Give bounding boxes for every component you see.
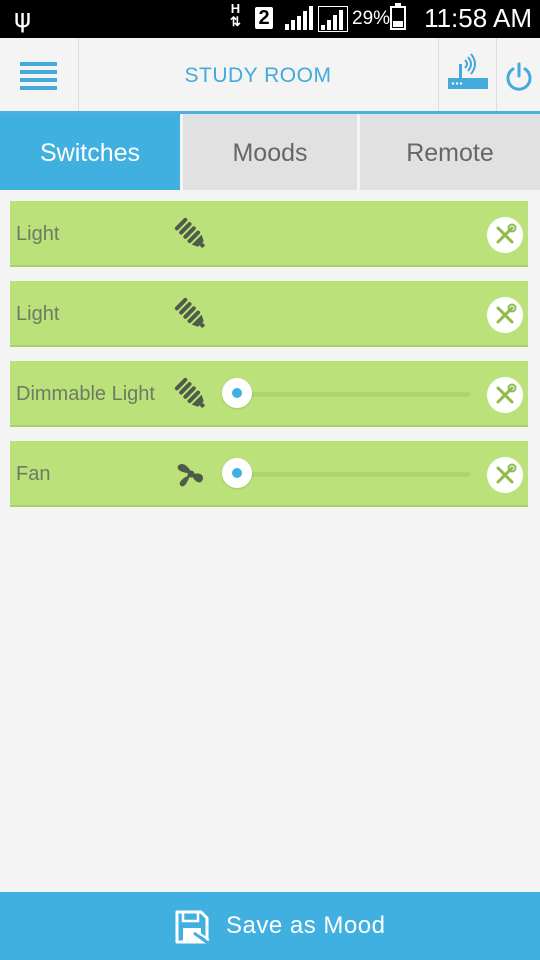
device-row[interactable]: Light	[10, 281, 528, 347]
menu-button[interactable]	[0, 38, 79, 111]
slider-track	[240, 392, 470, 397]
wrench-screwdriver-icon	[496, 383, 517, 404]
device-label: Light	[16, 303, 60, 325]
dimmer-slider[interactable]	[220, 378, 470, 410]
slider-track	[240, 472, 470, 477]
battery-percent: 29%	[352, 8, 391, 29]
wrench-screwdriver-icon	[496, 303, 517, 324]
clock: 11:58 AM	[424, 3, 532, 33]
settings-button[interactable]	[487, 297, 523, 333]
signal-strength-icon	[318, 6, 348, 32]
fan-speed-slider[interactable]	[220, 458, 470, 490]
signal-strength-icon	[285, 6, 313, 30]
battery-icon	[390, 3, 406, 30]
sim-slot-badge: 2	[255, 7, 273, 29]
settings-button[interactable]	[487, 377, 523, 413]
tab-bar: Switches Moods Remote	[0, 114, 540, 190]
slider-knob[interactable]	[222, 458, 252, 488]
settings-button[interactable]	[487, 457, 523, 493]
status-bar: ψ H ⇅ 2 29% 11:58 AM	[0, 0, 540, 38]
save-as-mood-label: Save as Mood	[226, 912, 386, 939]
tab-moods[interactable]: Moods	[183, 114, 357, 190]
bulb-icon	[174, 297, 206, 329]
bulb-icon	[174, 217, 206, 249]
tab-remote[interactable]: Remote	[360, 114, 540, 190]
fan-icon	[177, 464, 203, 487]
device-row[interactable]: Dimmable Light	[10, 361, 528, 427]
usb-icon: ψ	[14, 4, 32, 34]
device-label: Fan	[16, 463, 51, 485]
app-bar: STUDY ROOM	[0, 38, 540, 114]
floppy-save-icon	[175, 910, 210, 945]
power-icon	[506, 62, 532, 91]
wifi-router-icon	[448, 53, 488, 89]
network-type-indicator: H ⇅	[230, 1, 241, 29]
bulb-icon	[174, 377, 206, 409]
device-label: Dimmable Light	[16, 383, 155, 405]
device-row[interactable]: Fan	[10, 441, 528, 507]
power-button[interactable]	[496, 38, 540, 111]
wrench-screwdriver-icon	[496, 223, 517, 244]
slider-knob[interactable]	[222, 378, 252, 408]
device-row[interactable]: Light	[10, 201, 528, 267]
settings-button[interactable]	[487, 217, 523, 253]
router-button[interactable]	[438, 38, 497, 111]
page-title: STUDY ROOM	[184, 64, 332, 87]
tab-switches[interactable]: Switches	[0, 114, 180, 190]
device-label: Light	[16, 223, 60, 245]
save-as-mood-button[interactable]: Save as Mood	[0, 892, 540, 960]
wrench-screwdriver-icon	[496, 463, 517, 484]
